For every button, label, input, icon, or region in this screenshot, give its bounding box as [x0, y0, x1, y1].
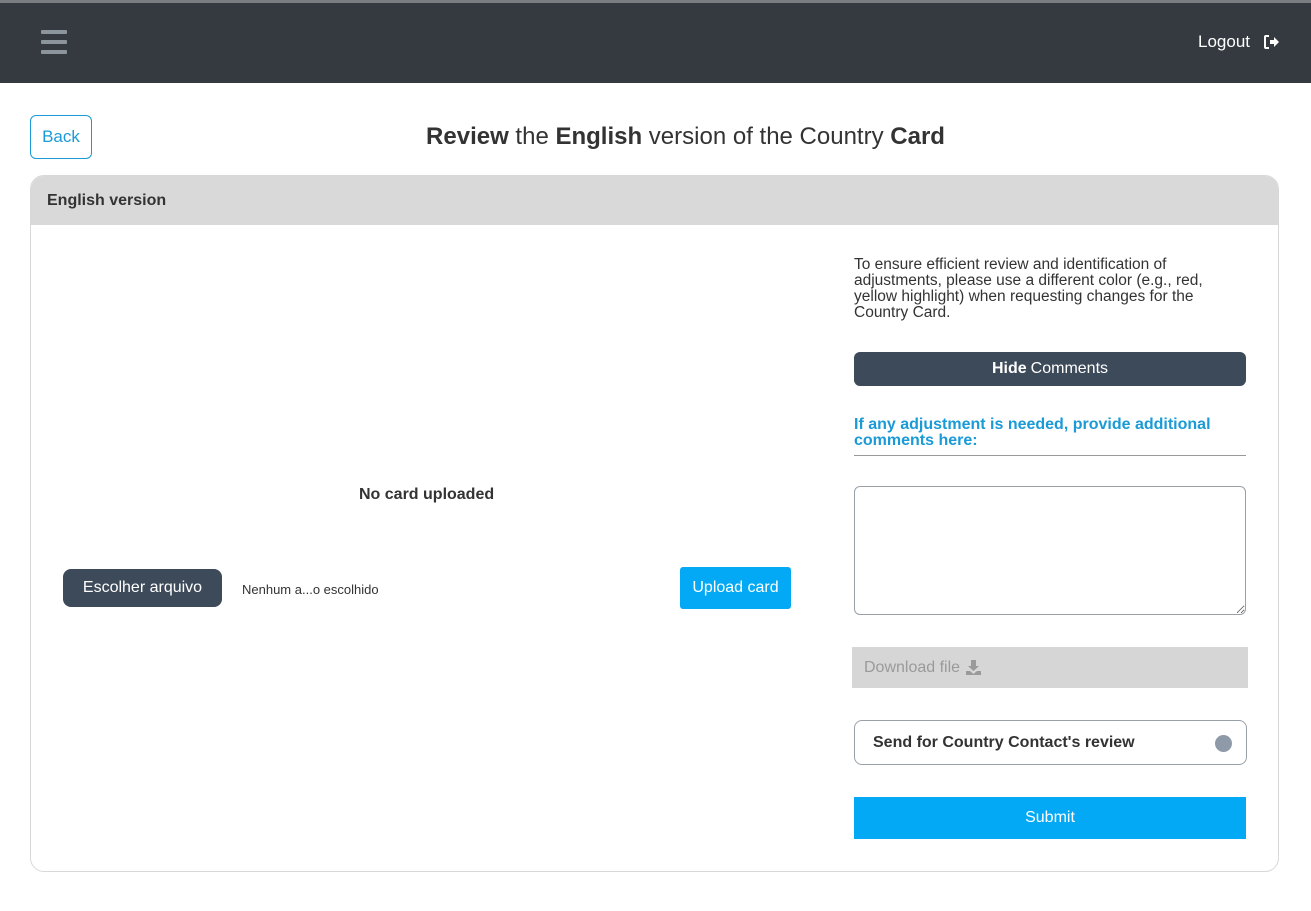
page-title: Review the English version of the Countr… [0, 123, 1311, 151]
upload-card-button[interactable]: Upload card [680, 567, 791, 609]
card-header: English version [31, 176, 1278, 225]
title-part: Review [426, 123, 509, 150]
title-part: Card [890, 123, 945, 150]
toggle-indicator [1215, 735, 1232, 752]
logout-button[interactable]: Logout [1198, 32, 1280, 52]
hide-label-rest: Comments [1030, 360, 1109, 377]
comments-textarea[interactable] [854, 486, 1246, 615]
title-part: version of the Country [642, 123, 891, 150]
hamburger-menu-icon[interactable] [41, 30, 67, 54]
send-country-contact-review-toggle[interactable]: Send for Country Contact's review [854, 720, 1247, 765]
hide-comments-button[interactable]: Hide Comments [854, 352, 1246, 386]
submit-button[interactable]: Submit [854, 797, 1246, 839]
english-version-card: English version No card uploaded Escolhe… [30, 175, 1279, 872]
choose-file-button[interactable]: Escolher arquivo [63, 569, 222, 607]
send-review-label: Send for Country Contact's review [873, 733, 1135, 751]
download-icon [966, 660, 982, 675]
download-file-button[interactable]: Download file [852, 647, 1248, 688]
review-instructions: To ensure efficient review and identific… [854, 256, 1203, 321]
sign-out-icon [1264, 35, 1279, 49]
selected-file-name: Nenhum a...o escolhido [242, 582, 379, 597]
navbar: Logout [0, 3, 1311, 83]
no-card-message: No card uploaded [359, 486, 495, 503]
title-part: the [508, 123, 556, 150]
logout-label: Logout [1198, 32, 1250, 51]
download-label: Download file [864, 658, 961, 676]
adjustment-comments-label: If any adjustment is needed, provide add… [854, 417, 1246, 456]
hide-label-bold: Hide [991, 360, 1027, 377]
title-part: English [555, 123, 643, 150]
